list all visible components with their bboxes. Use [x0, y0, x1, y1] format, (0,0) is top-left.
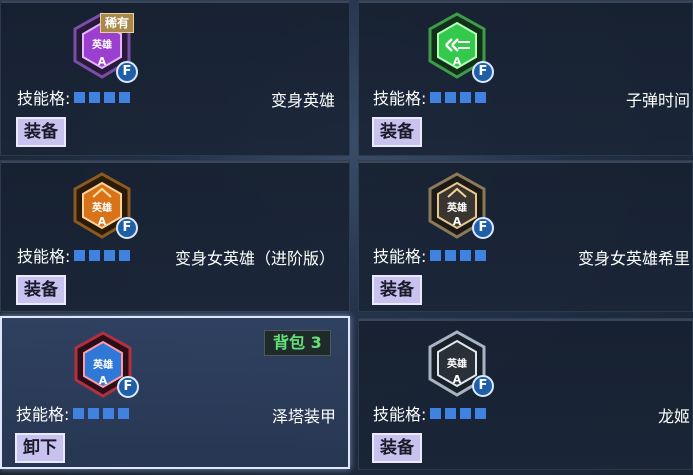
svg-text:A: A: [453, 373, 462, 386]
skill-slot: [89, 91, 101, 103]
skill-card-dragon-princess[interactable]: 英雄 A F 技能格: 龙姬 装备: [358, 318, 693, 470]
skill-slots: 技能格:: [373, 403, 487, 424]
skill-slot: [475, 249, 487, 261]
svg-text:A: A: [98, 215, 107, 228]
skill-slot: [104, 249, 116, 261]
skill-slots: 技能格:: [373, 87, 487, 108]
skill-slots: 技能格:: [17, 87, 131, 108]
skill-name: 泽塔装甲: [271, 407, 336, 426]
svg-text:A: A: [98, 55, 107, 68]
skill-slots: 技能格:: [17, 245, 131, 266]
skill-slot: [104, 91, 116, 103]
skill-slot: [430, 249, 442, 261]
svg-text:A: A: [99, 374, 108, 387]
skill-slot: [89, 249, 101, 261]
skill-name: 子弹时间: [625, 91, 690, 110]
skill-card-transform-hero[interactable]: 英雄 A 稀有 F 技能格: 变身英雄 装备: [0, 0, 350, 156]
equip-button[interactable]: 装备: [372, 433, 422, 463]
skill-slots-label: 技能格:: [16, 405, 70, 424]
unequip-button[interactable]: 卸下: [15, 433, 65, 463]
skill-slot: [460, 249, 472, 261]
svg-text:英雄: 英雄: [91, 38, 112, 51]
skill-slots-label: 技能格:: [17, 89, 71, 108]
skill-slot: [445, 249, 457, 261]
skill-slot: [103, 407, 115, 419]
skill-name: 变身女英雄（进阶版）: [174, 249, 335, 268]
hotkey-f-badge: F: [472, 217, 494, 239]
rare-tag: 稀有: [100, 13, 135, 33]
svg-text:英雄: 英雄: [446, 357, 467, 370]
skill-slot: [445, 91, 457, 103]
skill-slot: [475, 407, 487, 419]
skill-name: 龙姬: [657, 407, 690, 426]
skill-slot: [73, 407, 85, 419]
hotkey-f-badge: F: [116, 61, 138, 83]
skill-slots-label: 技能格:: [373, 247, 427, 266]
skill-slots-label: 技能格:: [373, 405, 427, 424]
equip-button[interactable]: 装备: [16, 275, 66, 305]
skill-slot: [460, 407, 472, 419]
skill-slots-label: 技能格:: [373, 89, 427, 108]
skill-card-transform-heroine-advanced[interactable]: 英雄 A F 技能格: 变身女英雄（进阶版） 装备: [0, 160, 350, 312]
equip-button[interactable]: 装备: [372, 275, 422, 305]
skill-slot: [119, 91, 131, 103]
skill-card-zeta-armor[interactable]: 英雄 A 背包 3 F 技能格: 泽塔装甲 卸下: [0, 316, 350, 469]
skill-slot: [88, 407, 100, 419]
skill-slots: 技能格:: [16, 403, 130, 424]
equip-button[interactable]: 装备: [16, 117, 66, 147]
skill-name: 变身女英雄希里: [577, 249, 690, 268]
skill-slot: [430, 407, 442, 419]
skill-slot: [460, 91, 472, 103]
svg-text:英雄: 英雄: [446, 201, 467, 214]
skill-card-bullet-time[interactable]: A F 技能格: 子弹时间 装备: [358, 0, 693, 156]
skill-slots: 技能格:: [373, 245, 487, 266]
skill-name: 变身英雄: [270, 91, 335, 110]
skill-slot: [475, 91, 487, 103]
svg-text:英雄: 英雄: [91, 201, 112, 214]
hotkey-f-badge: F: [472, 375, 494, 397]
svg-text:A: A: [453, 215, 462, 228]
svg-text:A: A: [453, 55, 462, 68]
hotkey-f-badge: F: [472, 61, 494, 83]
backpack-slot-tag: 背包 3: [264, 330, 331, 356]
skill-slot: [119, 249, 131, 261]
skill-slot: [74, 249, 86, 261]
skill-slots-label: 技能格:: [17, 247, 71, 266]
skill-card-transform-heroine-ciri[interactable]: 英雄 A F 技能格: 变身女英雄希里 装备: [358, 160, 693, 312]
hotkey-f-badge: F: [117, 376, 139, 398]
svg-text:英雄: 英雄: [92, 358, 113, 371]
skill-slot: [445, 407, 457, 419]
skill-slot: [430, 91, 442, 103]
equip-button[interactable]: 装备: [372, 117, 422, 147]
hotkey-f-badge: F: [116, 217, 138, 239]
skill-slot: [118, 407, 130, 419]
skill-slot: [74, 91, 86, 103]
